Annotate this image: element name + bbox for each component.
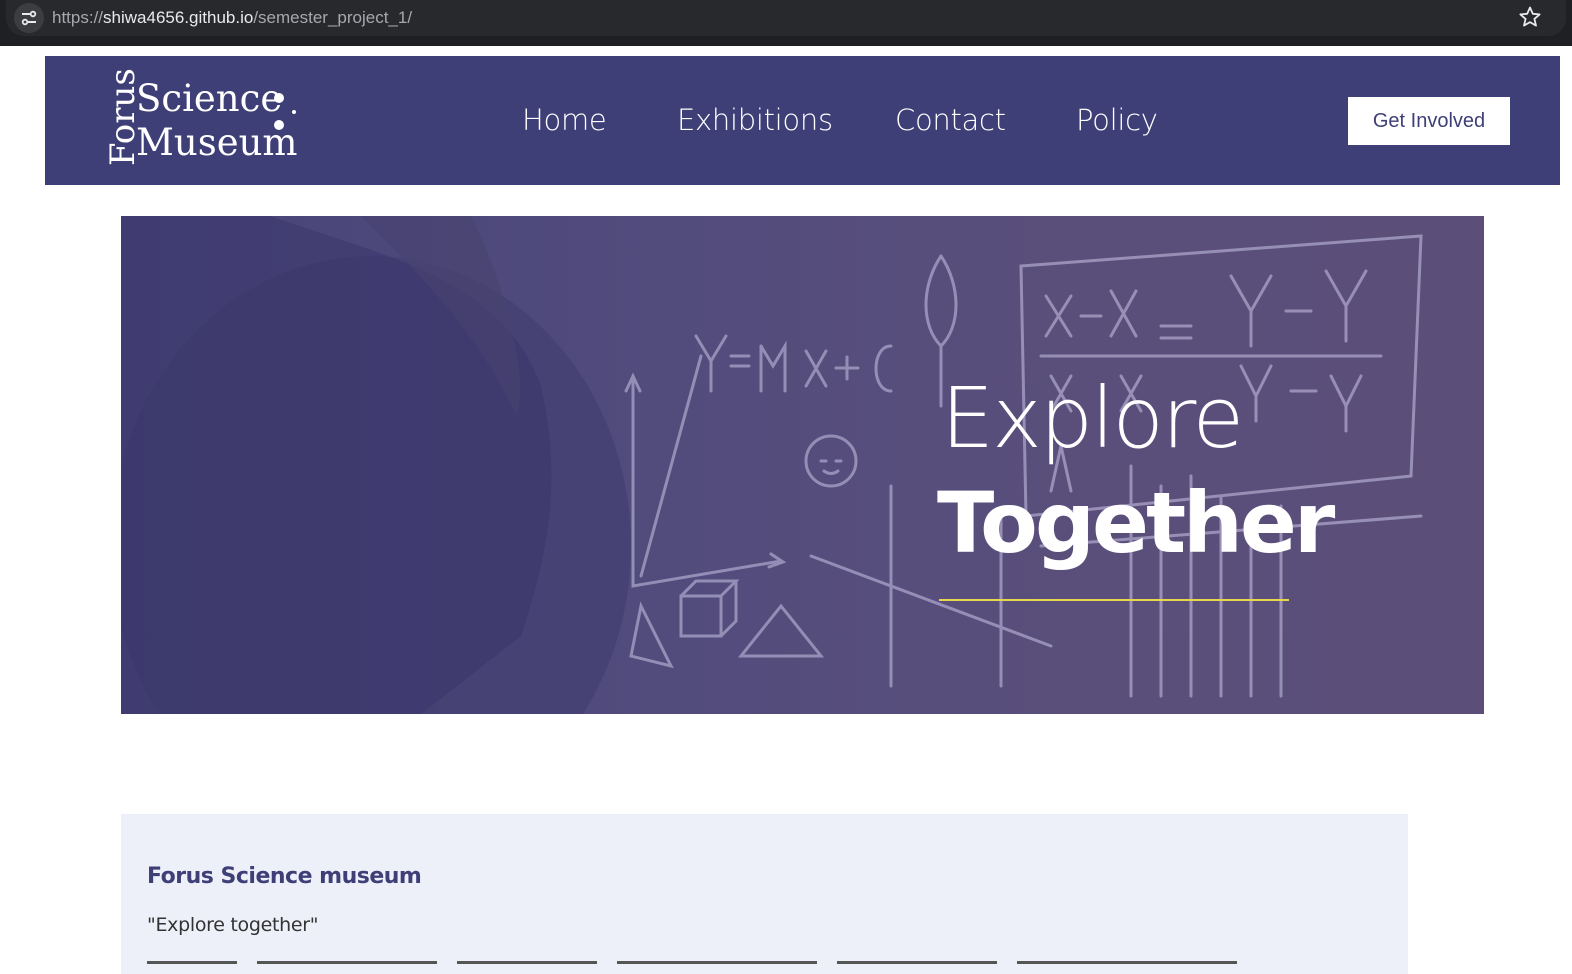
url-host: shiwa4656.github.io (103, 8, 254, 27)
logo-science-text: Science (136, 77, 283, 120)
intro-section: Forus Science museum "Explore together" (121, 814, 1408, 974)
get-involved-button[interactable]: Get Involved (1348, 97, 1510, 145)
url-path: /semester_project_1/ (253, 8, 413, 27)
logo-dots-icon (274, 93, 296, 130)
url-scheme: https:// (52, 8, 104, 27)
address-bar[interactable]: https://shiwa4656.github.io/semester_pro… (6, 0, 1566, 36)
museum-logo[interactable]: Forus Science Museum (93, 68, 303, 169)
hero-banner: Explore Together (121, 216, 1484, 714)
star-icon[interactable] (1518, 5, 1542, 29)
browser-toolbar: https://shiwa4656.github.io/semester_pro… (0, 0, 1572, 46)
nav-exhibitions[interactable]: Exhibitions (677, 103, 833, 137)
hero-accent-rule (939, 599, 1289, 601)
tune-icon[interactable] (14, 3, 44, 33)
nav-contact[interactable]: Contact (895, 103, 1006, 137)
site-header: Forus Science Museum Home Exhibitions Co… (45, 56, 1560, 185)
nav-policy[interactable]: Policy (1076, 103, 1158, 137)
url-text[interactable]: https://shiwa4656.github.io/semester_pro… (52, 8, 412, 28)
intro-quote: "Explore together" (147, 914, 319, 936)
logo-forus-text: Forus (103, 68, 143, 166)
hero-title-explore: Explore (941, 369, 1244, 467)
intro-text-cutoff (147, 961, 1237, 964)
intro-heading: Forus Science museum (147, 864, 422, 889)
hero-background-image (121, 216, 1423, 714)
hero-title-together: Together (937, 474, 1335, 572)
nav-home[interactable]: Home (522, 103, 607, 137)
